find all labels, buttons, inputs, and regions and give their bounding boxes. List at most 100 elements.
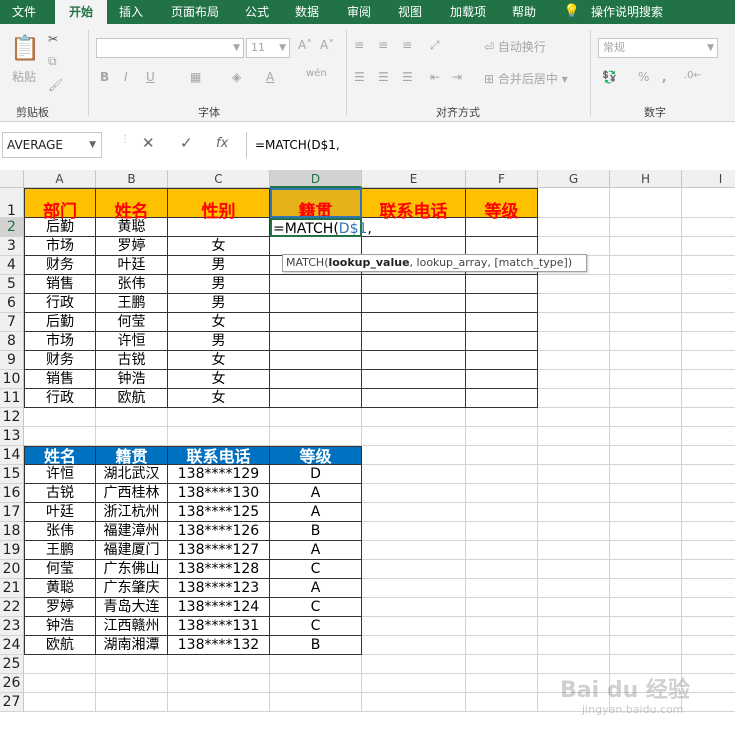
grid-cell[interactable]	[682, 351, 735, 370]
row-header-12[interactable]: 12	[0, 408, 24, 427]
row-header-24[interactable]: 24	[0, 636, 24, 655]
grid-cell[interactable]	[610, 332, 682, 351]
borders-icon[interactable]: ▦	[190, 70, 201, 84]
row-header-8[interactable]: 8	[0, 332, 24, 351]
row-header-22[interactable]: 22	[0, 598, 24, 617]
grid-cell[interactable]	[610, 256, 682, 275]
table2-cell[interactable]: A	[270, 541, 362, 560]
formula-input[interactable]: =MATCH(D$1,	[246, 132, 735, 158]
table1-cell[interactable]: 王鹏	[96, 294, 168, 313]
table1-empty-cell[interactable]	[362, 294, 466, 313]
table1-header-cell[interactable]: 联系电话	[362, 188, 466, 222]
table2-cell[interactable]: 138****127	[168, 541, 270, 560]
grid-cell[interactable]	[682, 484, 735, 503]
table1-cell[interactable]: 销售	[24, 275, 96, 294]
tooltip-current-arg[interactable]: lookup_value	[328, 256, 409, 269]
column-header-g[interactable]: G	[538, 170, 610, 188]
grid-cell[interactable]	[362, 674, 466, 693]
row-header-10[interactable]: 10	[0, 370, 24, 389]
table2-cell[interactable]: 138****124	[168, 598, 270, 617]
grid-cell[interactable]	[538, 351, 610, 370]
grid-cell[interactable]	[466, 522, 538, 541]
grid-cell[interactable]	[610, 188, 682, 218]
grid-cell[interactable]	[682, 294, 735, 313]
align-right-icon[interactable]: ☰	[402, 70, 413, 84]
grid-cell[interactable]	[538, 579, 610, 598]
table2-cell[interactable]: 青岛大连	[96, 598, 168, 617]
italic-button[interactable]: I	[124, 70, 128, 84]
grid-cell[interactable]	[270, 693, 362, 712]
grid-cell[interactable]	[610, 541, 682, 560]
table1-empty-cell[interactable]	[362, 389, 466, 408]
grid-cell[interactable]	[538, 446, 610, 465]
grid-cell[interactable]	[96, 693, 168, 712]
grid-cell[interactable]	[362, 503, 466, 522]
number-format-combo[interactable]: 常规 ▼	[598, 38, 718, 58]
table2-cell[interactable]: B	[270, 636, 362, 655]
grid-cell[interactable]	[682, 446, 735, 465]
grid-cell[interactable]	[682, 370, 735, 389]
align-left-icon[interactable]: ☰	[354, 70, 365, 84]
grid-cell[interactable]	[610, 636, 682, 655]
table2-cell[interactable]: 湖北武汉	[96, 465, 168, 484]
tab-addins[interactable]: 加载项	[440, 0, 496, 24]
grid-cell[interactable]	[466, 598, 538, 617]
table1-cell[interactable]: 行政	[24, 389, 96, 408]
table1-cell[interactable]: 男	[168, 275, 270, 294]
grid-cell[interactable]	[682, 617, 735, 636]
grid-cell[interactable]	[362, 579, 466, 598]
grid-cell[interactable]	[96, 674, 168, 693]
outdent-icon[interactable]: ⇥	[452, 70, 462, 84]
grid-cell[interactable]	[682, 598, 735, 617]
grid-cell[interactable]	[270, 674, 362, 693]
row-header-21[interactable]: 21	[0, 579, 24, 598]
grid-cell[interactable]	[682, 256, 735, 275]
active-cell-d2[interactable]: =MATCH(D$1,	[270, 218, 372, 237]
tell-me-search[interactable]: 操作说明搜索	[586, 0, 668, 24]
grid-cell[interactable]	[538, 636, 610, 655]
grid-cell[interactable]	[466, 674, 538, 693]
table1-empty-cell[interactable]	[466, 389, 538, 408]
row-header-4[interactable]: 4	[0, 256, 24, 275]
grid-cell[interactable]	[610, 370, 682, 389]
shrink-font-icon[interactable]: A˅	[320, 38, 334, 52]
table1-cell[interactable]: 张伟	[96, 275, 168, 294]
tab-help[interactable]: 帮助	[502, 0, 546, 24]
tab-page-layout[interactable]: 页面布局	[160, 0, 230, 24]
table1-cell[interactable]: 后勤	[24, 218, 96, 237]
grid-cell[interactable]	[682, 560, 735, 579]
grid-cell[interactable]	[270, 427, 362, 446]
grid-cell[interactable]	[682, 655, 735, 674]
table2-cell[interactable]: 黄聪	[24, 579, 96, 598]
underline-button[interactable]: U	[146, 70, 155, 84]
table2-cell[interactable]: C	[270, 560, 362, 579]
phonetic-button[interactable]: wén	[306, 68, 327, 79]
table1-cell[interactable]: 钟浩	[96, 370, 168, 389]
grid-cell[interactable]	[466, 446, 538, 465]
grid-cell[interactable]	[168, 674, 270, 693]
table2-cell[interactable]: 钟浩	[24, 617, 96, 636]
grid-cell[interactable]	[362, 693, 466, 712]
name-box[interactable]: AVERAGE ▼	[2, 132, 102, 158]
column-header-a[interactable]: A	[24, 170, 96, 188]
grid-cell[interactable]	[538, 294, 610, 313]
table2-cell[interactable]: 罗婷	[24, 598, 96, 617]
grid-cell[interactable]	[538, 427, 610, 446]
table2-cell[interactable]: 王鹏	[24, 541, 96, 560]
grid-cell[interactable]	[682, 218, 735, 237]
row-header-9[interactable]: 9	[0, 351, 24, 370]
grid-cell[interactable]	[24, 427, 96, 446]
grid-cell[interactable]	[538, 275, 610, 294]
table1-cell[interactable]: 欧航	[96, 389, 168, 408]
row-header-1[interactable]: 1	[0, 188, 24, 219]
table1-empty-cell[interactable]	[362, 218, 466, 237]
table2-cell[interactable]: B	[270, 522, 362, 541]
grid-cell[interactable]	[682, 313, 735, 332]
table1-cell[interactable]: 男	[168, 256, 270, 275]
grid-cell[interactable]	[682, 389, 735, 408]
table1-empty-cell[interactable]	[466, 370, 538, 389]
table1-cell[interactable]: 许恒	[96, 332, 168, 351]
table1-cell[interactable]: 男	[168, 332, 270, 351]
grid-cell[interactable]	[610, 484, 682, 503]
grid-cell[interactable]	[682, 522, 735, 541]
